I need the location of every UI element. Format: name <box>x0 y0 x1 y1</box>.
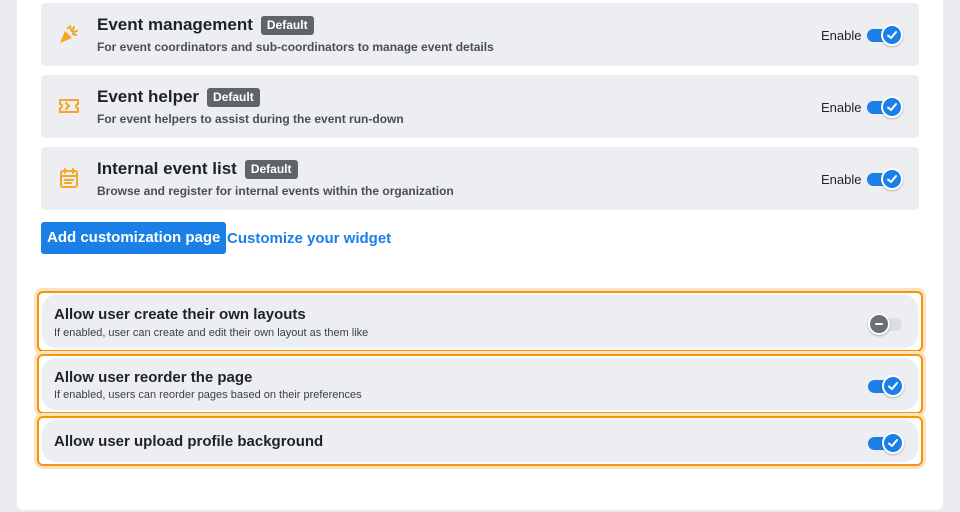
minus-icon <box>868 313 890 335</box>
check-icon <box>881 96 903 118</box>
enable-toggle[interactable] <box>867 96 905 118</box>
enable-label: Enable <box>821 100 862 115</box>
permission-title: Allow user reorder the page <box>54 369 253 386</box>
module-description: For event coordinators and sub-coordinat… <box>97 40 494 54</box>
check-icon <box>881 24 903 46</box>
permission-title: Allow user create their own layouts <box>54 306 306 323</box>
module-title: Event helper <box>97 87 200 106</box>
default-badge: Default <box>207 87 260 107</box>
permission-toggle[interactable] <box>868 432 906 454</box>
customize-widget-link[interactable]: Customize your widget <box>227 230 391 247</box>
permission-toggle[interactable] <box>868 375 906 397</box>
permission-toggle[interactable] <box>868 313 906 335</box>
ticket-icon <box>57 94 81 118</box>
permission-row-reorder-page: Allow user reorder the page If enabled, … <box>37 354 923 414</box>
module-description: Browse and register for internal events … <box>97 184 454 198</box>
permission-row-create-layouts: Allow user create their own layouts If e… <box>37 291 923 352</box>
permission-description: If enabled, users can reorder pages base… <box>54 389 362 401</box>
enable-toggle[interactable] <box>867 24 905 46</box>
permission-description: If enabled, user can create and edit the… <box>54 327 369 339</box>
enable-toggle[interactable] <box>867 168 905 190</box>
module-description: For event helpers to assist during the e… <box>97 112 404 126</box>
check-icon <box>882 432 904 454</box>
check-icon <box>881 168 903 190</box>
calendar-list-icon <box>57 166 81 190</box>
module-title: Internal event list <box>97 159 237 178</box>
check-icon <box>882 375 904 397</box>
enable-label: Enable <box>821 172 862 187</box>
module-row-event-helper: Event helper Default For event helpers t… <box>41 75 919 138</box>
module-row-event-management: Event management Default For event coord… <box>41 3 919 66</box>
party-popper-icon <box>57 22 81 46</box>
default-badge: Default <box>244 159 298 179</box>
enable-label: Enable <box>821 28 862 43</box>
module-row-internal-event-list: Internal event list Default Browse and r… <box>41 147 919 210</box>
permission-title: Allow user upload profile background <box>54 433 324 450</box>
module-title: Event management <box>97 15 253 34</box>
add-customization-page-button[interactable]: Add customization page <box>41 222 227 254</box>
permission-row-upload-background: Allow user upload profile background <box>37 416 923 466</box>
default-badge: Default <box>260 15 314 35</box>
